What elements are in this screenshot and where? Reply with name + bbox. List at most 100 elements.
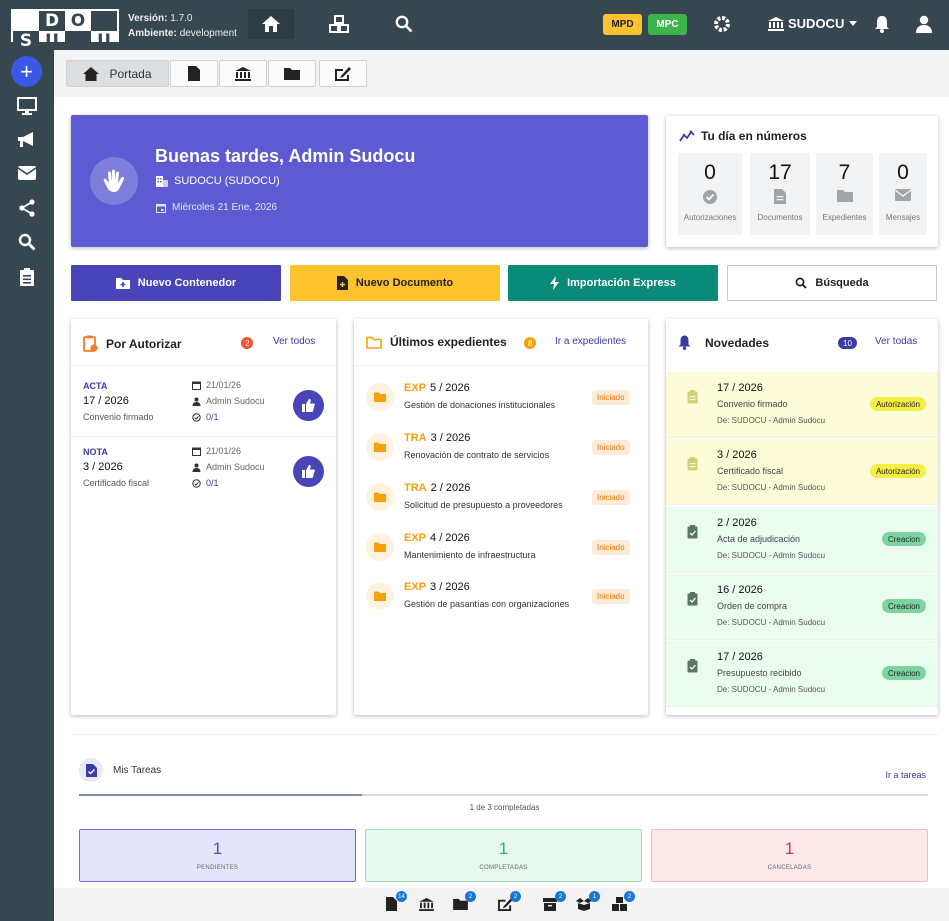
file-number-text: 3 / 2026 <box>430 432 471 444</box>
news-item[interactable]: 2 / 2026 Acta de adjudicación De: SUDOCU… <box>666 507 938 573</box>
calendar-icon <box>156 203 166 213</box>
file-item[interactable]: TRA 2 / 2026 Solicitud de presupuesto a p… <box>354 471 637 521</box>
news-from: De: SUDOCU - Admin Sudocu <box>717 551 826 560</box>
sidebar-item-announcements[interactable] <box>12 128 42 152</box>
tab-institutions[interactable] <box>219 60 267 87</box>
tasks-pending-box[interactable]: 1 PENDIENTES <box>79 829 356 882</box>
plus-icon: + <box>20 58 33 84</box>
mpc-button[interactable]: MPC <box>648 14 687 35</box>
new-container-button[interactable]: Nuevo Contenedor <box>71 265 281 301</box>
search-action-button[interactable]: Búsqueda <box>727 265 937 301</box>
news-tag: Creacion <box>881 532 926 546</box>
sidebar-item-messages[interactable] <box>12 161 42 185</box>
stat-documents[interactable]: 17 Documentos <box>750 153 810 235</box>
news-count-badge: 10 <box>838 337 857 349</box>
file-number: TRA 3 / 2026 <box>404 432 470 444</box>
approve-button[interactable] <box>293 390 324 421</box>
dock-open-box[interactable]: 1 <box>574 891 600 913</box>
news-view-all-link[interactable]: Ver todas <box>875 336 917 347</box>
file-status-badge: Iniciado <box>592 390 630 405</box>
dock-boxes[interactable]: 2 <box>609 891 635 913</box>
news-from: De: SUDOCU - Admin Sudocu <box>717 483 826 492</box>
tasks-completed-box[interactable]: 1 COMPLETADAS <box>365 829 642 882</box>
tasks-pending-value: 1 <box>212 839 223 858</box>
task-check-icon <box>85 763 97 777</box>
doc-description: Certificado fiscal <box>83 478 150 488</box>
tab-documents[interactable] <box>170 60 218 87</box>
file-number-text: 5 / 2026 <box>430 382 470 394</box>
dock-documents[interactable]: 14 <box>381 891 407 913</box>
news-item[interactable]: 16 / 2026 Orden de compra De: SUDOCU - A… <box>666 574 938 640</box>
tasks-cancelled-box[interactable]: 1 CANCELADAS <box>651 829 928 882</box>
sidebar-item-share[interactable] <box>12 196 42 220</box>
stat-label: Mensajes <box>885 213 921 222</box>
sidebar-item-search-docs[interactable] <box>12 230 42 254</box>
file-item[interactable]: TRA 3 / 2026 Renovación de contrato de se… <box>354 421 637 471</box>
notifications-button[interactable] <box>859 9 905 39</box>
sidebar-item-desktop[interactable] <box>12 94 42 118</box>
authorize-view-all-link[interactable]: Ver todos <box>273 336 315 347</box>
stat-messages[interactable]: 0 Mensajes <box>879 153 927 235</box>
env-value: development <box>179 28 237 39</box>
file-item[interactable]: EXP 3 / 2026 Gestión de pasantías con org… <box>354 570 637 620</box>
stat-files[interactable]: 7 Expedientes <box>816 153 873 235</box>
files-go-link[interactable]: Ir a expedientes <box>555 336 626 347</box>
user-icon <box>916 15 932 33</box>
news-tag: Creacion <box>881 666 926 680</box>
tasks-go-link[interactable]: Ir a tareas <box>885 770 926 780</box>
logo-cell: S <box>13 31 39 51</box>
user-menu-button[interactable] <box>901 9 947 39</box>
file-item[interactable]: EXP 4 / 2026 Mantenimiento de infraestruc… <box>354 521 637 571</box>
logo-cell: U <box>97 31 111 51</box>
file-number: EXP 4 / 2026 <box>404 532 470 544</box>
authorize-item[interactable]: NOTA 3 / 2026 Certificado fiscal 21/01/2… <box>71 437 336 503</box>
approve-button[interactable] <box>293 456 324 487</box>
version-info: Versión: 1.7.0 Ambiente: development <box>128 11 237 41</box>
clipboard-check-icon <box>687 592 698 606</box>
share-icon <box>19 199 35 217</box>
news-item[interactable]: 17 / 2026 Convenio firmado De: SUDOCU - … <box>666 372 938 438</box>
modules-button[interactable] <box>316 9 362 39</box>
news-item[interactable]: 3 / 2026 Certificado fiscal De: SUDOCU -… <box>666 439 938 505</box>
settings-button[interactable] <box>699 9 745 39</box>
tab-files[interactable] <box>268 60 316 87</box>
folder-icon <box>284 68 300 80</box>
news-card: Novedades 10 Ver todas 17 / 2026 Conveni… <box>666 319 938 715</box>
new-document-button[interactable]: Nuevo Documento <box>290 265 500 301</box>
institution-selector[interactable]: SUDOCU <box>768 16 858 31</box>
news-item[interactable]: 17 / 2026 Presupuesto recibido De: SUDOC… <box>666 641 938 707</box>
news-number: 16 / 2026 <box>717 584 763 596</box>
search-button[interactable] <box>381 9 427 39</box>
calendar-icon <box>192 447 201 456</box>
dock-files[interactable]: 2 <box>450 891 476 913</box>
envelope-icon <box>17 166 37 180</box>
sign-icon <box>335 67 351 81</box>
sidebar-item-tasks[interactable] <box>12 265 42 289</box>
stat-authorizations[interactable]: 0 Autorizaciones <box>678 153 742 235</box>
tab-signatures[interactable] <box>319 60 367 87</box>
clipboard-icon <box>20 268 34 286</box>
home-nav-button[interactable] <box>248 9 294 39</box>
stat-label: Autorizaciones <box>683 213 737 222</box>
sidebar-add-button[interactable]: + <box>11 56 42 87</box>
news-description: Certificado fiscal <box>717 466 784 476</box>
mpd-button[interactable]: MPD <box>603 14 642 35</box>
logo-cell: D <box>39 11 65 31</box>
express-import-button[interactable]: Importación Express <box>508 265 718 301</box>
date-line: Miércoles 21 Ene, 2026 <box>156 202 277 213</box>
folder-icon <box>374 442 386 452</box>
logo[interactable]: D O S U U <box>11 9 119 51</box>
authorize-item[interactable]: ACTA 17 / 2026 Convenio firmado 21/01/26… <box>71 371 336 437</box>
stat-value: 7 <box>838 161 851 184</box>
file-number: EXP 3 / 2026 <box>404 581 470 593</box>
tab-portada[interactable]: Portada <box>66 60 169 87</box>
dock-signatures[interactable]: 2 <box>495 891 521 913</box>
search-icon <box>395 15 413 33</box>
news-number: 17 / 2026 <box>717 382 763 394</box>
authorize-count-badge: 2 <box>241 337 254 349</box>
tasks-progress-bar <box>79 794 928 796</box>
file-item[interactable]: EXP 5 / 2026 Gestión de donaciones instit… <box>354 371 637 421</box>
top-bar: D O S U U Versión: 1.7.0 Ambiente: devel… <box>0 0 949 51</box>
dock-institutions[interactable] <box>416 895 436 913</box>
dock-archive[interactable]: 2 <box>540 891 566 913</box>
